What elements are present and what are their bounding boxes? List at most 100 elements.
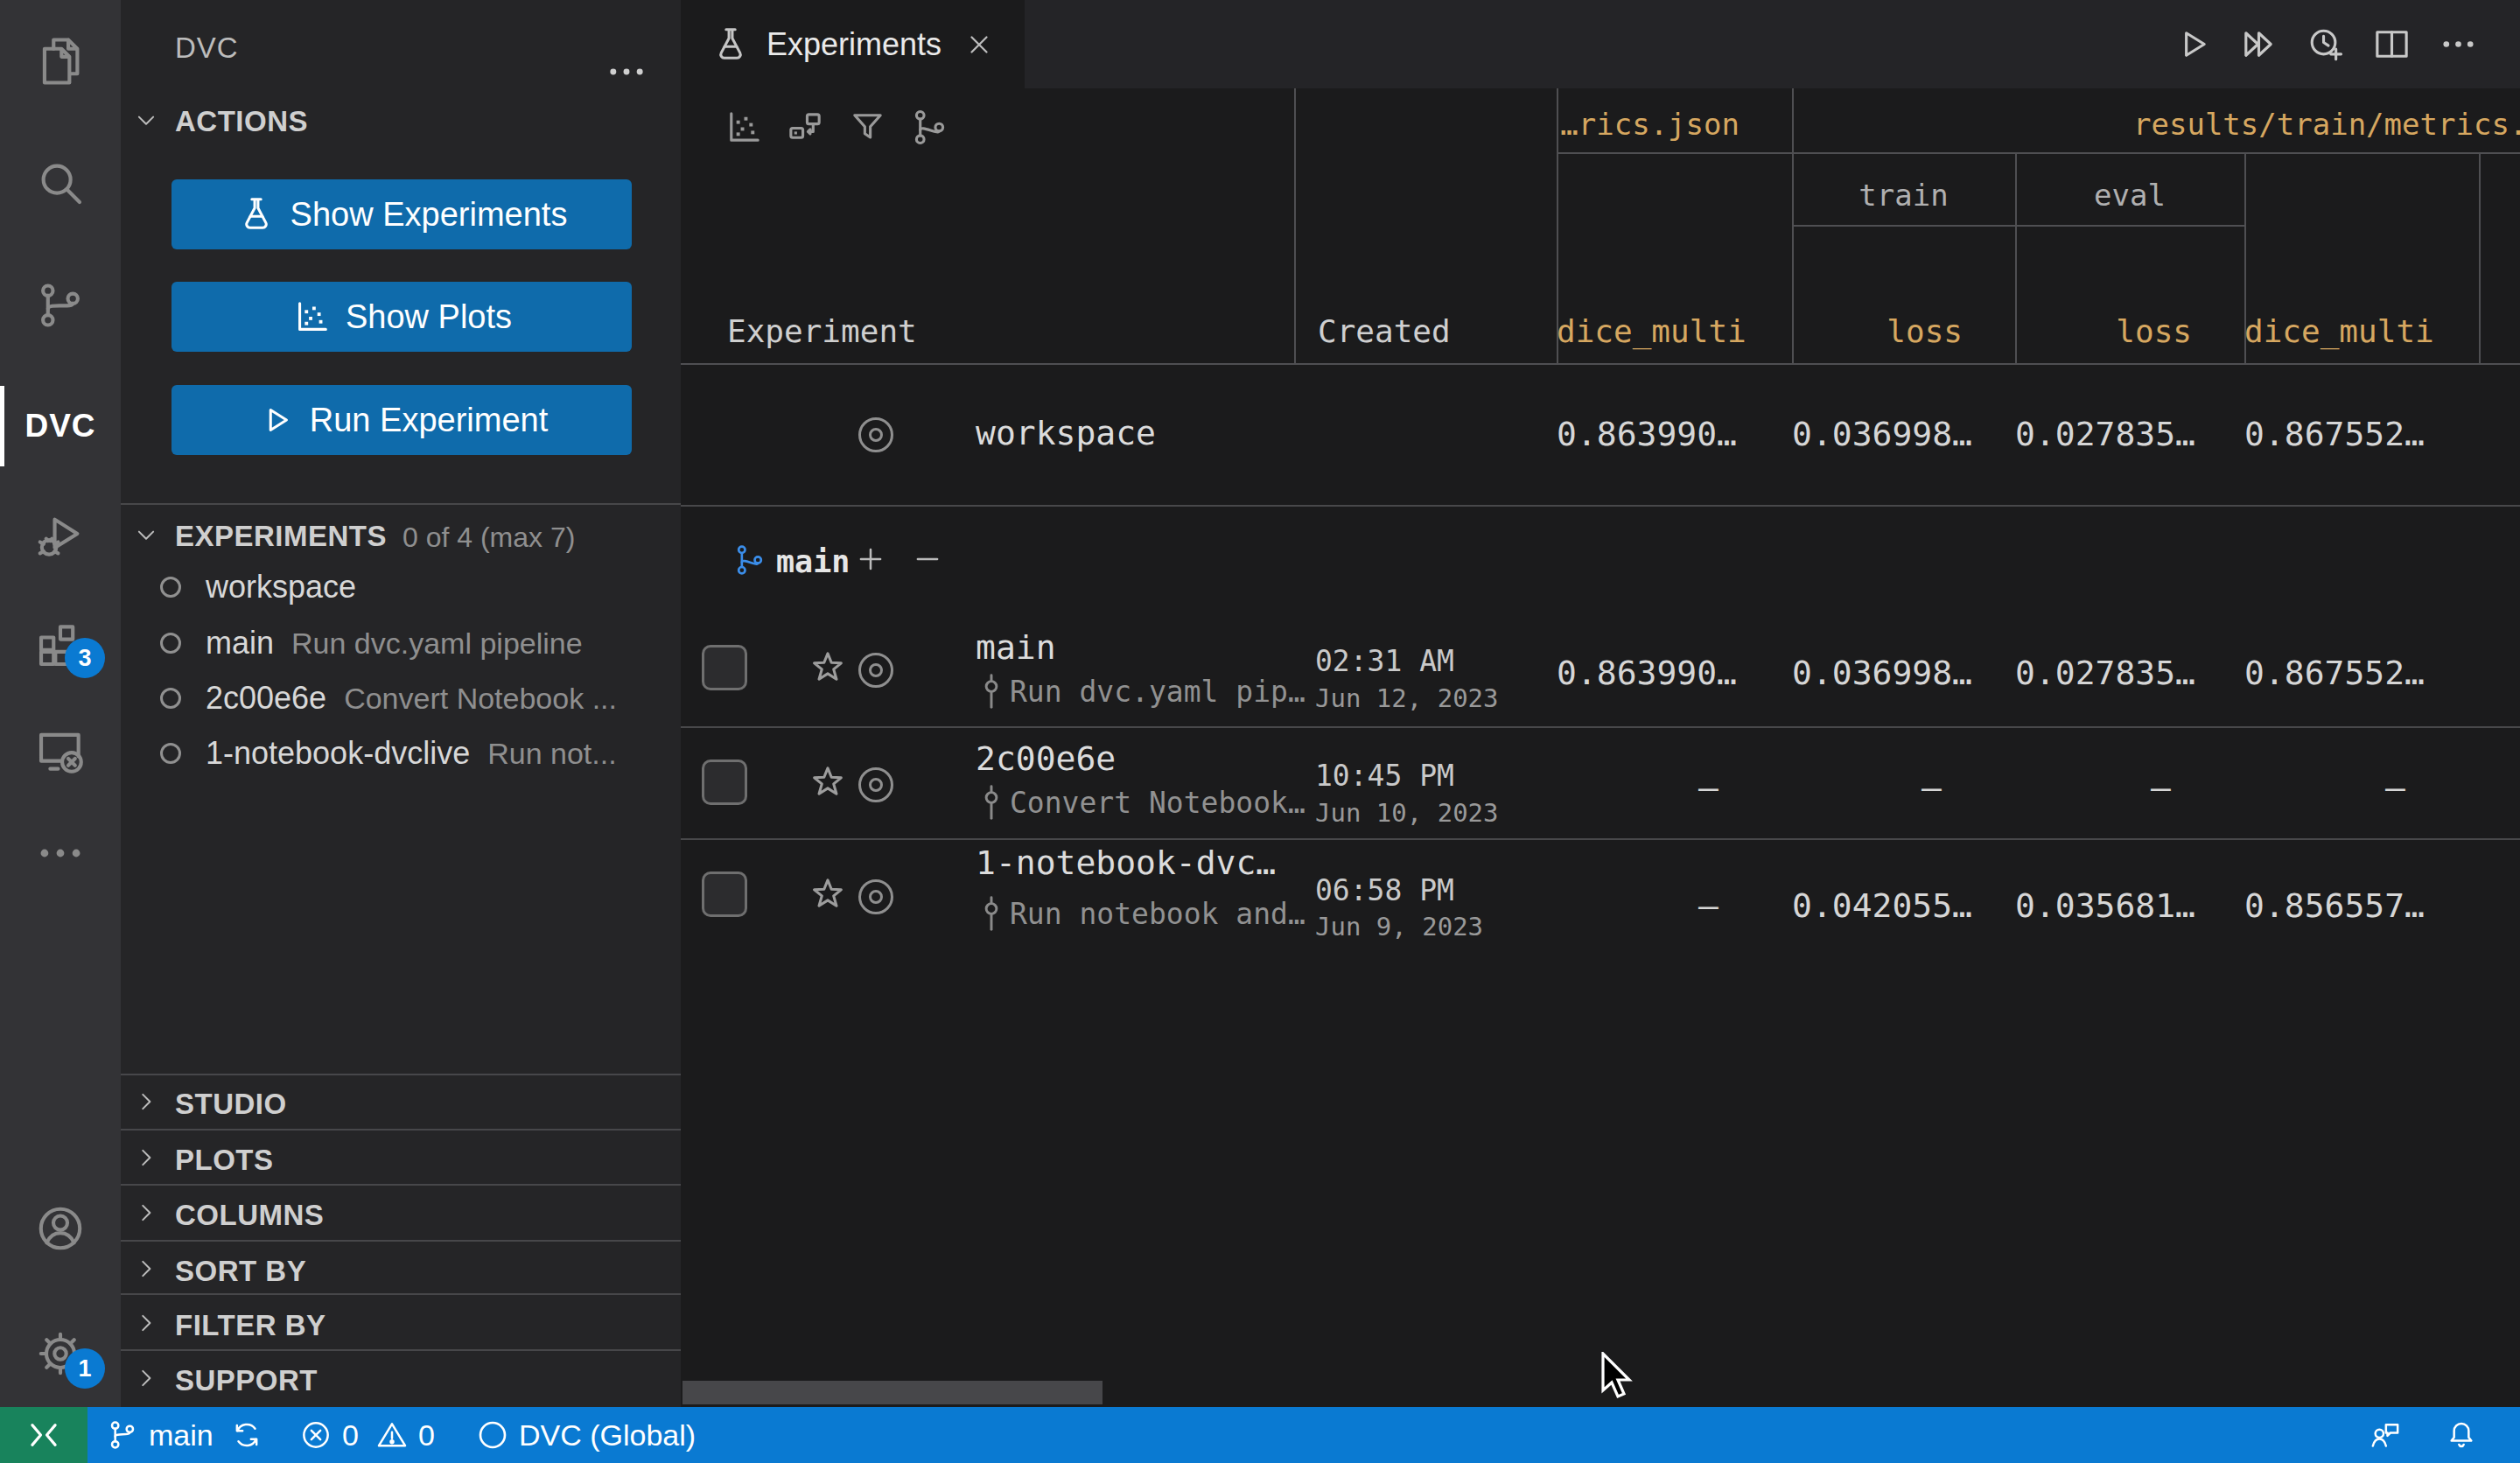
columns-chevron[interactable] <box>133 1200 159 1226</box>
remote-indicator[interactable] <box>0 1407 88 1463</box>
column-border <box>2479 152 2481 363</box>
sync-icon <box>229 1418 264 1452</box>
commit-icon <box>982 782 1001 822</box>
activitybar-item-search[interactable] <box>0 137 121 228</box>
group-header-metrics-json[interactable]: …rics.json <box>1557 107 1766 142</box>
branch-icon[interactable] <box>909 107 950 148</box>
star-icon[interactable] <box>808 648 848 688</box>
circle-icon <box>160 577 181 598</box>
actions-chevron[interactable] <box>133 108 159 134</box>
play-icon <box>256 400 296 440</box>
branch-icon <box>105 1418 140 1452</box>
run-all-icon[interactable] <box>2238 24 2279 65</box>
experiments-chevron[interactable] <box>133 522 159 549</box>
star-icon[interactable] <box>808 762 848 802</box>
problems-status[interactable]: 0 0 <box>298 1407 435 1463</box>
activitybar-item-explorer[interactable] <box>0 16 121 107</box>
split-editor-icon[interactable] <box>2371 24 2412 65</box>
commit-icon <box>982 671 1001 711</box>
column-header-eval-loss[interactable]: loss <box>2015 313 2218 349</box>
plots-chevron[interactable] <box>133 1144 159 1171</box>
column-header-experiment[interactable]: Experiment <box>727 313 917 349</box>
column-header-dice-multi[interactable]: dice_multi <box>1557 313 1766 349</box>
activitybar-item-settings[interactable]: 1 <box>0 1308 121 1399</box>
section-plots[interactable]: PLOTS <box>175 1144 274 1177</box>
plus-icon <box>854 542 887 576</box>
row-separator <box>681 726 2520 728</box>
chevron-right-icon <box>133 1256 159 1282</box>
subgroup-train[interactable]: train <box>1792 178 2015 213</box>
horizontal-scrollbar[interactable] <box>682 1381 1102 1404</box>
dvc-logo: DVC <box>24 408 95 444</box>
activitybar-item-dvc[interactable]: DVC <box>0 381 121 472</box>
minus-icon <box>911 542 944 576</box>
activitybar-item-extensions[interactable]: 3 <box>0 598 121 689</box>
row-checkbox[interactable] <box>702 872 747 917</box>
chevron-right-icon <box>133 1310 159 1336</box>
column-header-dice-multi-2[interactable]: dice_multi <box>2244 313 2453 349</box>
filter-icon[interactable] <box>847 107 888 148</box>
plots-icon[interactable] <box>723 107 764 148</box>
tree-item-1-notebook-dvclive[interactable]: 1-notebook-dvclive Run not... <box>121 725 681 781</box>
activitybar-item-source-control[interactable] <box>0 260 121 351</box>
experiments-header[interactable]: EXPERIMENTS <box>175 520 387 553</box>
more-actions-icon[interactable] <box>2438 24 2479 65</box>
add-experiment-button[interactable] <box>854 542 887 576</box>
apply-data-icon[interactable] <box>785 107 826 148</box>
show-plots-button[interactable]: Show Plots <box>172 282 632 352</box>
close-icon[interactable] <box>964 30 994 60</box>
run-experiment-button[interactable]: Run Experiment <box>172 385 632 455</box>
subgroup-eval[interactable]: eval <box>2015 178 2244 213</box>
actions-header[interactable]: ACTIONS <box>175 105 308 138</box>
tab-experiments[interactable]: Experiments <box>681 0 1025 88</box>
status-bar: main 0 0 DVC (Global) <box>0 1407 2520 1463</box>
column-header-created[interactable]: Created <box>1318 313 1451 349</box>
remove-experiment-button[interactable] <box>911 542 944 576</box>
star-icon[interactable] <box>808 874 848 914</box>
circle-icon <box>160 633 181 654</box>
support-chevron[interactable] <box>133 1365 159 1391</box>
bell-icon <box>2444 1418 2479 1452</box>
activitybar-item-more[interactable] <box>0 808 121 899</box>
show-experiments-button[interactable]: Show Experiments <box>172 179 632 249</box>
row-separator <box>681 505 2520 507</box>
exp-circle-icon <box>858 879 893 914</box>
sidebar-more-actions[interactable] <box>604 49 649 94</box>
activitybar-item-remote-explorer[interactable] <box>0 705 121 796</box>
tree-item-main[interactable]: main Run dvc.yaml pipeline <box>121 615 681 671</box>
beaker-icon <box>236 194 276 234</box>
studio-chevron[interactable] <box>133 1088 159 1115</box>
run-debug-icon <box>33 509 88 564</box>
run-icon[interactable] <box>2172 24 2213 65</box>
settings-badge: 1 <box>65 1348 105 1389</box>
experiments-count: 0 of 4 (max 7) <box>402 522 575 554</box>
activitybar-item-run-debug[interactable] <box>0 491 121 582</box>
error-count: 0 <box>342 1418 359 1452</box>
branch-status[interactable]: main <box>105 1407 264 1463</box>
section-columns[interactable]: COLUMNS <box>175 1199 324 1232</box>
section-filter-by[interactable]: FILTER BY <box>175 1309 326 1342</box>
section-support[interactable]: SUPPORT <box>175 1364 318 1397</box>
row-checkbox[interactable] <box>702 760 747 805</box>
beaker-icon <box>710 24 751 65</box>
section-studio[interactable]: STUDIO <box>175 1088 287 1121</box>
search-icon <box>33 156 88 210</box>
chevron-right-icon <box>133 1088 159 1115</box>
queue-icon[interactable] <box>2305 24 2346 65</box>
notifications-status[interactable] <box>2444 1407 2479 1463</box>
filter-by-chevron[interactable] <box>133 1310 159 1336</box>
section-divider <box>121 1349 681 1351</box>
activitybar-item-account[interactable] <box>0 1183 121 1274</box>
ellipsis-icon <box>604 49 649 94</box>
section-sort-by[interactable]: SORT BY <box>175 1255 306 1288</box>
dvc-global-status[interactable]: DVC (Global) <box>475 1407 696 1463</box>
feedback-status[interactable] <box>2368 1407 2403 1463</box>
account-icon <box>33 1201 88 1256</box>
sort-by-chevron[interactable] <box>133 1256 159 1282</box>
tree-item-workspace[interactable]: workspace <box>121 559 681 615</box>
tree-item-2c00e6e[interactable]: 2c00e6e Convert Notebook ... <box>121 670 681 726</box>
column-header-train-loss[interactable]: loss <box>1792 313 1989 349</box>
group-header-results-train-metrics[interactable]: results/train/metrics.j <box>2133 107 2520 142</box>
row-checkbox[interactable] <box>702 645 747 690</box>
scatter-plot-icon <box>291 297 332 337</box>
